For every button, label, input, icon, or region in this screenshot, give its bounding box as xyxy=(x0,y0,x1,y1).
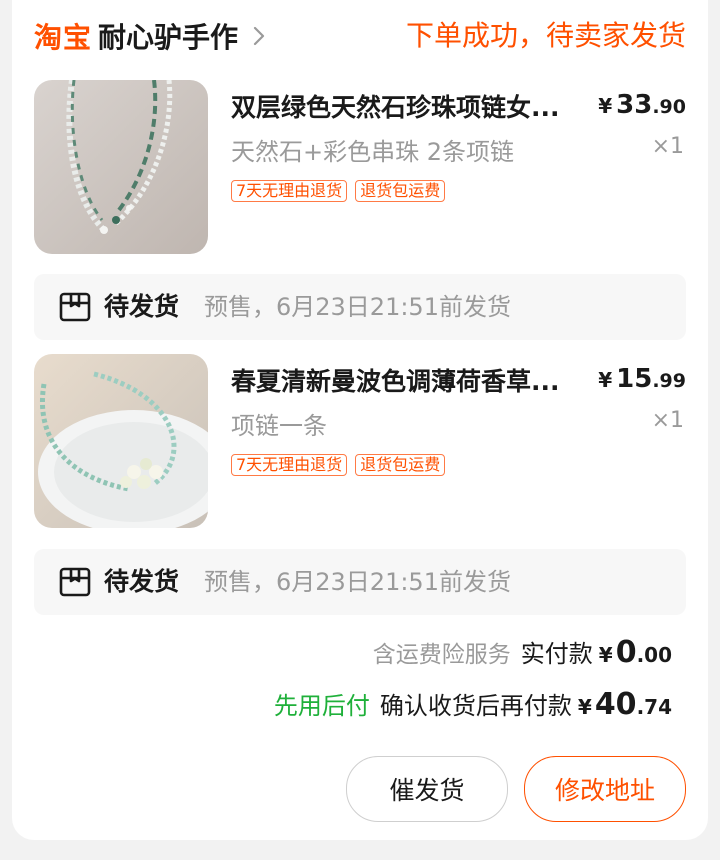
paid-label: 实付款 xyxy=(520,640,593,668)
order-item[interactable]: 春夏清新曼波色调薄荷香草... ¥15.99 项链一条 ×1 7天无理由退货 退… xyxy=(34,354,686,528)
package-icon xyxy=(59,567,91,597)
order-status: 下单成功，待卖家发货 xyxy=(405,19,686,52)
tag-free-return-shipping: 退货包运费 xyxy=(355,454,446,476)
price-decimal: .90 xyxy=(652,96,686,118)
pay-later-summary: 先用后付 确认收货后再付款 ¥40.74 xyxy=(274,686,672,722)
product-title[interactable]: 双层绿色天然石珍珠项链女... xyxy=(231,88,591,124)
shipping-insurance-note: 含运费险服务 xyxy=(372,642,511,668)
price-integer: 33 xyxy=(616,90,653,120)
shipping-status-label: 待发货 xyxy=(104,292,180,321)
service-tags: 7天无理由退货 退货包运费 xyxy=(231,180,446,202)
pay-later-amount: ¥40.74 xyxy=(578,687,672,722)
taobao-logo: 淘宝 xyxy=(34,21,93,54)
tag-7day-return: 7天无理由退货 xyxy=(231,454,348,476)
tag-7day-return: 7天无理由退货 xyxy=(231,180,348,202)
price-currency: ¥ xyxy=(598,94,613,118)
product-spec: 天然石+彩色串珠 2条项链 xyxy=(231,138,515,166)
price-currency: ¥ xyxy=(598,368,613,392)
price-integer: 15 xyxy=(616,364,653,394)
product-spec: 项链一条 xyxy=(231,412,327,440)
later-currency: ¥ xyxy=(577,695,592,719)
order-item[interactable]: 双层绿色天然石珍珠项链女... ¥33.90 天然石+彩色串珠 2条项链 ×1 … xyxy=(34,80,686,254)
product-quantity: ×1 xyxy=(651,408,684,433)
later-decimal: .74 xyxy=(636,695,672,719)
shipping-status-bar[interactable]: 待发货 预售，6月23日21:51前发货 xyxy=(34,549,686,615)
order-header: 淘宝 耐心驴手作 下单成功，待卖家发货 xyxy=(34,14,686,58)
paid-amount: ¥0.00 xyxy=(599,635,672,670)
later-integer: 40 xyxy=(594,687,637,722)
product-image-necklace-green[interactable] xyxy=(34,80,208,254)
paid-integer: 0 xyxy=(615,635,637,670)
shipping-note: 预售，6月23日21:51前发货 xyxy=(204,568,511,596)
shop-name: 耐心驴手作 xyxy=(98,21,239,54)
service-tags: 7天无理由退货 退货包运费 xyxy=(231,454,446,476)
pay-after-receipt-label: 确认收货后再付款 xyxy=(379,692,572,720)
pay-later-badge: 先用后付 xyxy=(273,692,370,720)
shipping-note: 预售，6月23日21:51前发货 xyxy=(204,293,511,321)
product-price: ¥33.90 xyxy=(598,90,686,120)
product-quantity: ×1 xyxy=(651,134,684,159)
paid-decimal: .00 xyxy=(636,643,672,667)
paid-currency: ¥ xyxy=(598,643,613,667)
paid-summary: 含运费险服务 实付款 ¥0.00 xyxy=(373,634,672,670)
product-price: ¥15.99 xyxy=(598,364,686,394)
tag-free-return-shipping: 退货包运费 xyxy=(355,180,446,202)
chevron-right-icon xyxy=(253,26,265,46)
product-image-necklace-mint[interactable] xyxy=(34,354,208,528)
remind-shipping-button[interactable]: 催发货 xyxy=(346,756,508,822)
shipping-status-label: 待发货 xyxy=(104,567,180,596)
shipping-status-bar[interactable]: 待发货 预售，6月23日21:51前发货 xyxy=(34,274,686,340)
product-title[interactable]: 春夏清新曼波色调薄荷香草... xyxy=(231,362,591,398)
order-card: 淘宝 耐心驴手作 下单成功，待卖家发货 双层绿色天然石珍珠项链女... ¥ 33… xyxy=(12,0,708,840)
package-icon xyxy=(59,292,91,322)
price-decimal: .99 xyxy=(652,370,686,392)
change-address-button[interactable]: 修改地址 xyxy=(524,756,686,822)
shop-link[interactable]: 淘宝 耐心驴手作 xyxy=(34,14,270,58)
